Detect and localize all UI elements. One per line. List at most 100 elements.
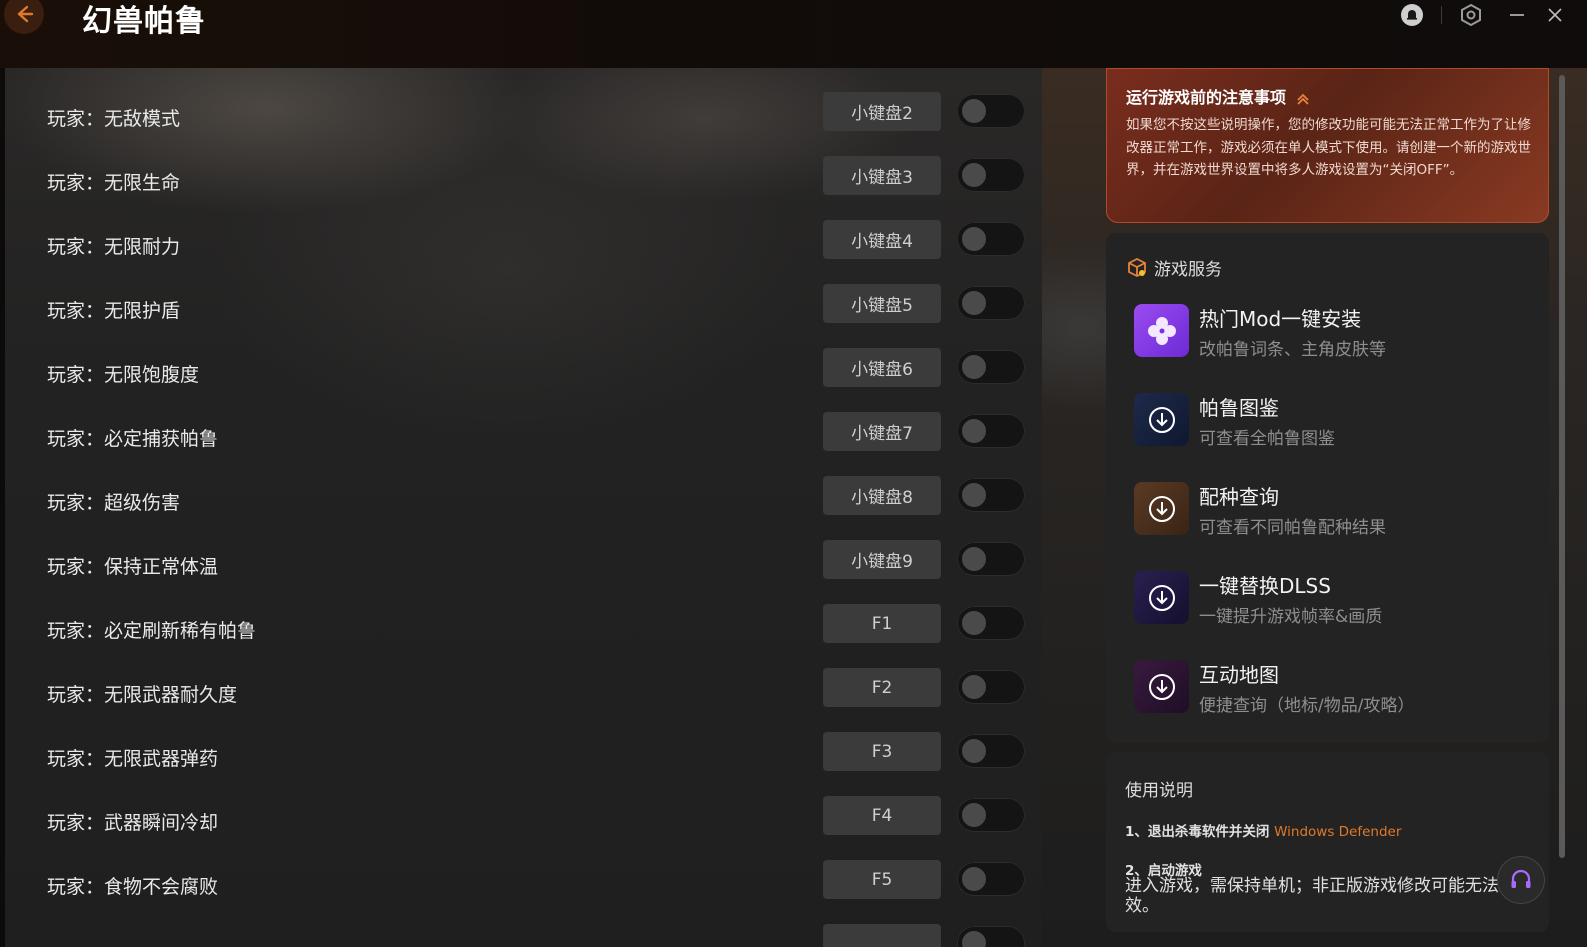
cheat-label: 玩家：食物不会腐败 xyxy=(47,876,219,898)
toggle-knob xyxy=(962,675,986,699)
hotkey-button[interactable]: 小键盘2 xyxy=(823,92,941,131)
hotkey-button[interactable]: F3 xyxy=(823,732,941,771)
service-item-interactive-map[interactable]: 互动地图 便捷查询（地标/物品/攻略） xyxy=(1134,659,1534,719)
cheat-row: 玩家：必定捕获帕鲁 小键盘7 xyxy=(5,410,1042,474)
cheat-row: 玩家：无限生命 小键盘3 xyxy=(5,154,1042,218)
cheat-label: 玩家：无限武器弹药 xyxy=(47,748,219,770)
notice-title[interactable]: 运行游戏前的注意事项 xyxy=(1126,84,1310,108)
cheat-list-panel: 玩家：无敌模式 小键盘2 玩家：无限生命 小键盘3 玩家：无限耐力 小键盘4 玩… xyxy=(5,68,1042,947)
cheat-label: 玩家：超级伤害 xyxy=(47,492,181,514)
toggle-knob xyxy=(962,483,986,507)
notice-card: 运行游戏前的注意事项 如果您不按这些说明操作，您的修改功能可能无法正常工作为了让… xyxy=(1106,68,1549,223)
usage-instructions-card: 使用说明 1、退出杀毒软件并关闭 Windows Defender 2、启动游戏… xyxy=(1106,752,1549,932)
cheat-row: 玩家：超级伤害 小键盘8 xyxy=(5,474,1042,538)
hotkey-button[interactable]: F4 xyxy=(823,796,941,835)
minimize-icon xyxy=(1510,14,1524,16)
right-scrollbar[interactable] xyxy=(1559,75,1565,858)
cheat-label: 玩家：必定刷新稀有帕鲁 xyxy=(47,620,257,642)
bell-icon xyxy=(1401,4,1423,26)
hotkey-button[interactable]: F2 xyxy=(823,668,941,707)
app-title: 幻兽帕鲁 xyxy=(82,4,206,39)
cheat-toggle[interactable] xyxy=(957,926,1025,947)
step-1-label: 1、退出杀毒软件并关闭 xyxy=(1125,824,1270,840)
cheat-row: 玩家：无限耐力 小键盘4 xyxy=(5,218,1042,282)
hotkey-button[interactable]: 小键盘7 xyxy=(823,412,941,451)
notification-bell-button[interactable] xyxy=(1399,2,1425,28)
headset-icon xyxy=(1511,869,1531,888)
cheat-toggle[interactable] xyxy=(957,670,1025,704)
toggle-knob xyxy=(962,227,986,251)
service-subtitle: 可查看不同帕鲁配种结果 xyxy=(1199,518,1386,538)
cheat-label: 玩家：无限武器耐久度 xyxy=(47,684,238,706)
toggle-knob xyxy=(962,611,986,635)
minimize-button[interactable] xyxy=(1504,2,1530,28)
toggle-knob xyxy=(962,547,986,571)
back-arrow-icon xyxy=(17,5,34,23)
cheat-toggle[interactable] xyxy=(957,222,1025,256)
cheat-toggle[interactable] xyxy=(957,350,1025,384)
cheat-toggle[interactable] xyxy=(957,862,1025,896)
cheat-row: 玩家：无限武器弹药 F3 xyxy=(5,730,1042,794)
cheat-toggle[interactable] xyxy=(957,414,1025,448)
cheat-toggle[interactable] xyxy=(957,94,1025,128)
toggle-knob xyxy=(962,419,986,443)
service-subtitle: 一键提升游戏帧率&画质 xyxy=(1199,607,1383,627)
service-item-dlss-replace[interactable]: 一键替换DLSS 一键提升游戏帧率&画质 xyxy=(1134,570,1534,630)
download-icon xyxy=(1134,393,1189,446)
cheat-toggle[interactable] xyxy=(957,542,1025,576)
hotkey-button[interactable]: F1 xyxy=(823,604,941,643)
hotkey-button[interactable] xyxy=(823,924,941,947)
download-icon xyxy=(1134,482,1189,535)
settings-button[interactable] xyxy=(1458,2,1484,28)
service-title: 互动地图 xyxy=(1199,663,1279,687)
mod-flower-icon xyxy=(1134,304,1189,357)
cheat-toggle[interactable] xyxy=(957,286,1025,320)
hotkey-button[interactable]: F5 xyxy=(823,860,941,899)
service-title: 一键替换DLSS xyxy=(1199,574,1331,598)
usage-step-1: 1、退出杀毒软件并关闭 Windows Defender xyxy=(1125,820,1401,840)
service-subtitle: 改帕鲁词条、主角皮肤等 xyxy=(1199,340,1386,360)
hotkey-button[interactable]: 小键盘4 xyxy=(823,220,941,259)
hotkey-button[interactable]: 小键盘5 xyxy=(823,284,941,323)
cheat-toggle[interactable] xyxy=(957,606,1025,640)
service-item-breeding-lookup[interactable]: 配种查询 可查看不同帕鲁配种结果 xyxy=(1134,481,1534,541)
title-bar: 幻兽帕鲁 xyxy=(0,0,1587,68)
customer-support-button[interactable] xyxy=(1497,856,1545,904)
package-icon xyxy=(1128,257,1146,277)
notice-title-text: 运行游戏前的注意事项 xyxy=(1126,88,1287,107)
chevron-up-icon xyxy=(1296,93,1309,105)
service-title: 帕鲁图鉴 xyxy=(1199,396,1279,420)
cheat-row: 玩家：无敌模式 小键盘2 xyxy=(5,90,1042,154)
cheat-toggle[interactable] xyxy=(957,734,1025,768)
cheat-label: 玩家：无限生命 xyxy=(47,172,181,194)
service-item-pal-compendium[interactable]: 帕鲁图鉴 可查看全帕鲁图鉴 xyxy=(1134,392,1534,452)
services-header: 游戏服务 xyxy=(1126,255,1222,280)
hotkey-button[interactable]: 小键盘3 xyxy=(823,156,941,195)
cheat-toggle[interactable] xyxy=(957,478,1025,512)
notice-body: 如果您不按这些说明操作，您的修改功能可能无法正常工作为了让修改器正常工作，游戏必… xyxy=(1126,117,1531,178)
cheat-row: 玩家：无限武器耐久度 F2 xyxy=(5,666,1042,730)
cheat-row: 玩家：必定刷新稀有帕鲁 F1 xyxy=(5,602,1042,666)
cheat-toggle[interactable] xyxy=(957,158,1025,192)
service-subtitle: 便捷查询（地标/物品/攻略） xyxy=(1199,696,1415,716)
toggle-knob xyxy=(962,867,986,891)
toggle-knob xyxy=(962,803,986,827)
toggle-knob xyxy=(962,931,986,947)
cheat-toggle[interactable] xyxy=(957,798,1025,832)
windows-defender-link[interactable]: Windows Defender xyxy=(1274,824,1401,840)
back-button[interactable] xyxy=(4,0,44,34)
settings-hexagon-icon xyxy=(1461,3,1481,27)
hotkey-button[interactable]: 小键盘8 xyxy=(823,476,941,515)
cheat-label: 玩家：无限护盾 xyxy=(47,300,181,322)
close-button[interactable] xyxy=(1543,2,1567,28)
cheat-row-partial xyxy=(5,922,1042,947)
hotkey-button[interactable]: 小键盘9 xyxy=(823,540,941,579)
service-item-mod-install[interactable]: 热门Mod一键安装 改帕鲁词条、主角皮肤等 xyxy=(1134,303,1534,363)
cheat-row: 玩家：保持正常体温 小键盘9 xyxy=(5,538,1042,602)
cheat-label: 玩家：无限耐力 xyxy=(47,236,181,258)
usage-step-2-body: 进入游戏，需保持单机；非正版游戏修改可能无法生效。 xyxy=(1125,876,1516,916)
toggle-knob xyxy=(962,99,986,123)
hotkey-button[interactable]: 小键盘6 xyxy=(823,348,941,387)
service-subtitle: 可查看全帕鲁图鉴 xyxy=(1199,429,1335,449)
cheat-row: 玩家：无限护盾 小键盘5 xyxy=(5,282,1042,346)
